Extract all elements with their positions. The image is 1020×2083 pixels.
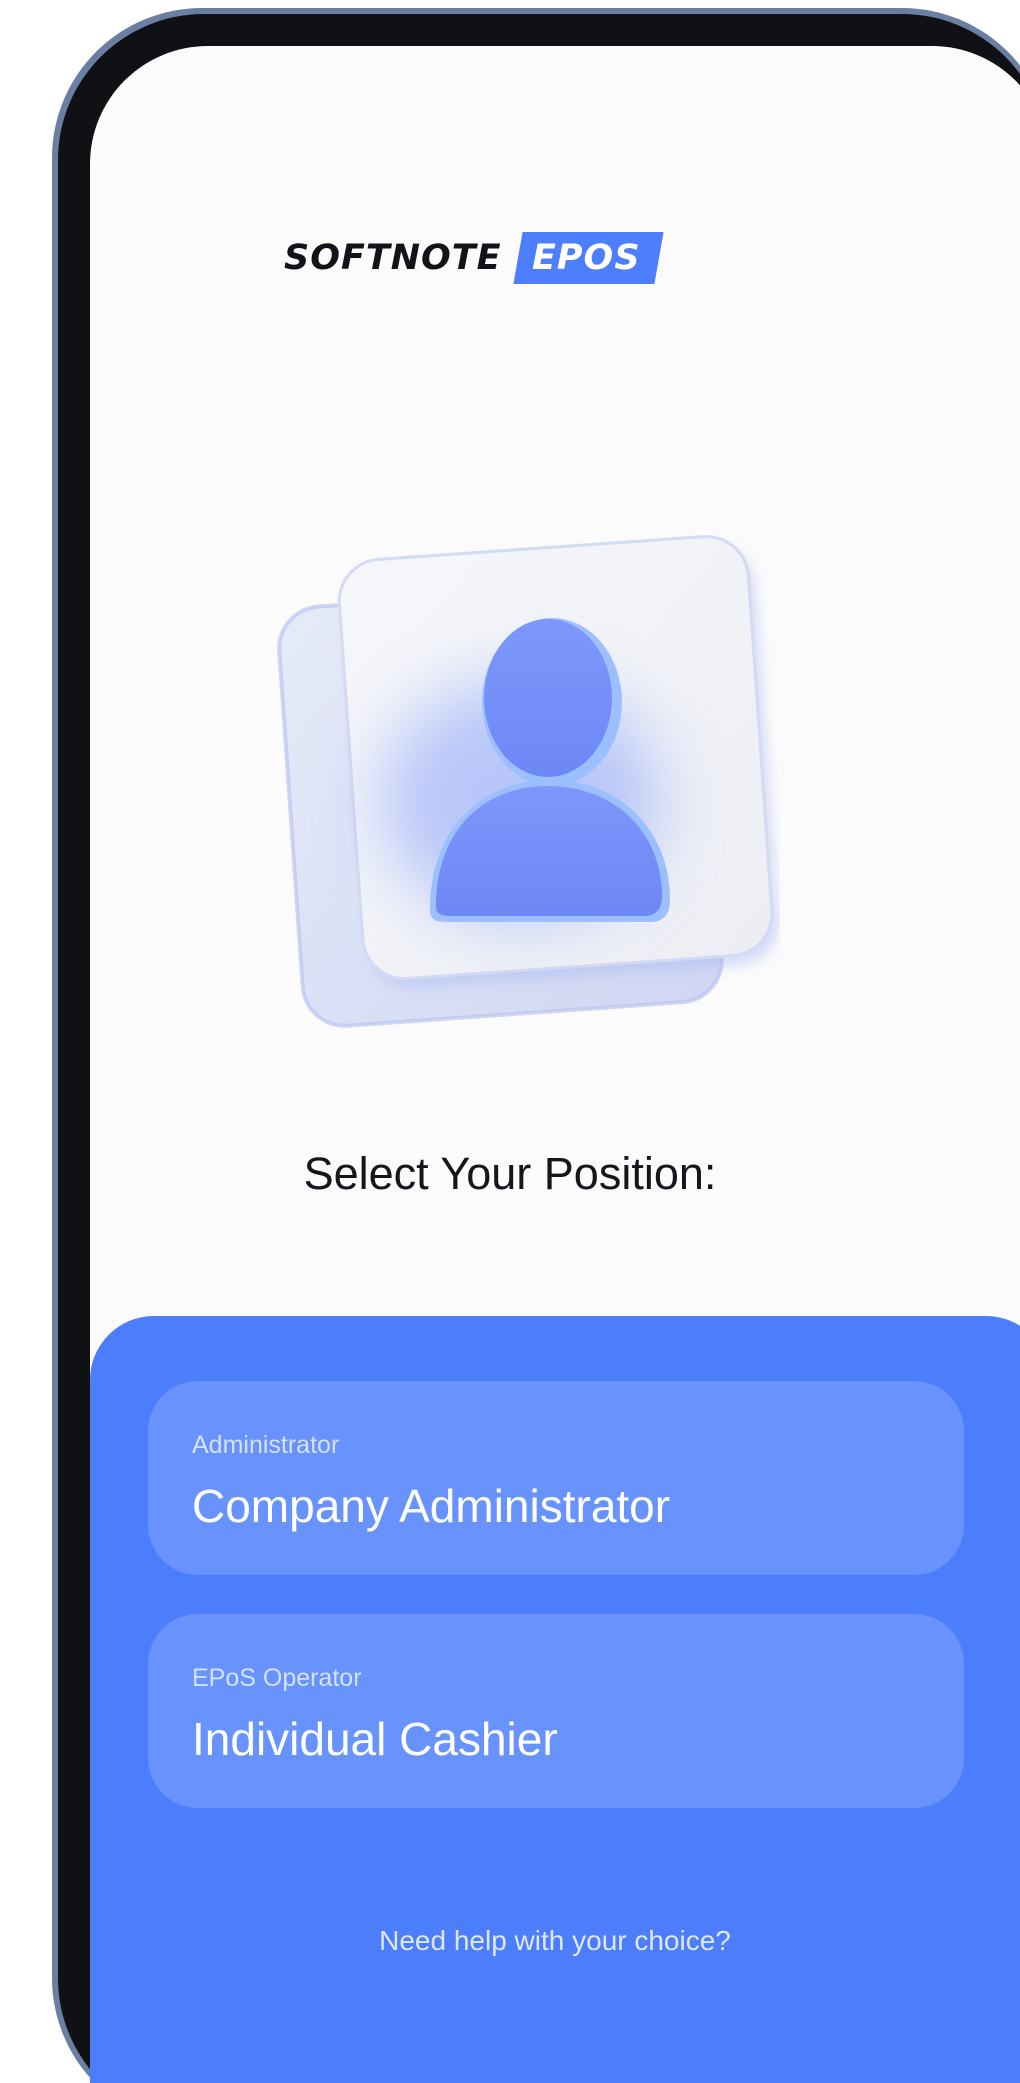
option-individual-cashier[interactable]: EPoS Operator Individual Cashier [148, 1614, 964, 1808]
option-role-label: EPoS Operator [192, 1664, 362, 1692]
option-title: Individual Cashier [192, 1713, 558, 1765]
logo-badge: EPOS [512, 232, 663, 284]
app-screen: SOFTNOTE EPOS Select Your Position: Admi… [0, 0, 1020, 2083]
user-profile-icon [180, 480, 780, 1100]
help-link[interactable]: Need help with your choice? [0, 1925, 1020, 1957]
logo-badge-text: EPOS [531, 238, 641, 278]
brand-logo: SOFTNOTE EPOS [284, 232, 663, 284]
logo-wordmark: SOFTNOTE [284, 238, 502, 278]
option-company-administrator[interactable]: Administrator Company Administrator [148, 1381, 964, 1575]
option-title: Company Administrator [192, 1480, 671, 1532]
option-role-label: Administrator [192, 1431, 340, 1459]
page-title: Select Your Position: [303, 1148, 717, 1199]
